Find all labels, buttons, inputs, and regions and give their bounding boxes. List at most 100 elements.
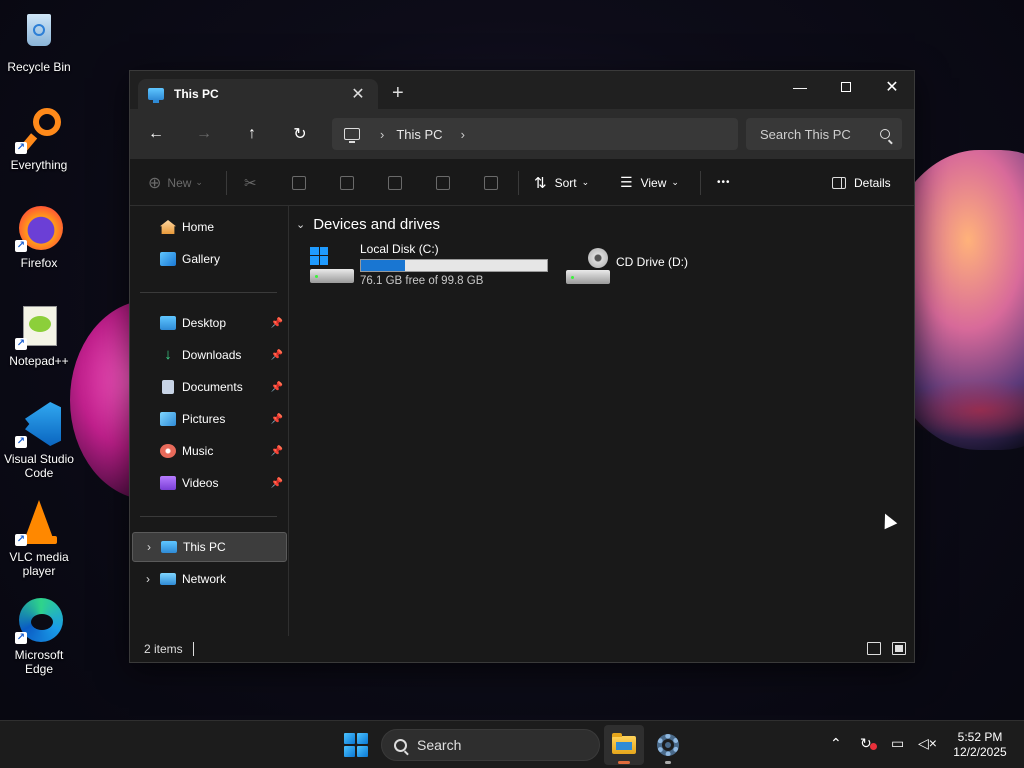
maximize-button[interactable] [823, 71, 869, 103]
chevron-right-icon[interactable]: › [137, 540, 161, 554]
sidebar-item-videos[interactable]: Videos 📌 [132, 468, 287, 498]
title-bar[interactable]: This PC ✕ + — ✕ [130, 71, 914, 109]
up-button[interactable]: ↑ [240, 122, 264, 146]
drive-name: CD Drive (D:) [616, 255, 688, 269]
command-bar: ⊕ New ⌄ ✂ ⇅ Sort ⌄ ☰ View ⌄ ••• Details [130, 159, 914, 206]
taskbar-file-explorer[interactable] [604, 725, 644, 765]
show-hidden-icons-button[interactable]: ⌃ [830, 735, 842, 752]
pin-icon[interactable]: 📌 [271, 446, 283, 457]
pin-icon[interactable]: 📌 [271, 350, 283, 361]
sort-icon: ⇅ [534, 174, 547, 192]
firefox-icon: ↗ [15, 204, 63, 252]
forward-button[interactable]: → [192, 122, 216, 146]
sidebar-item-desktop[interactable]: Desktop 📌 [132, 308, 287, 338]
rename-button[interactable] [388, 159, 410, 206]
address-bar[interactable]: › This PC › [332, 118, 738, 150]
share-button[interactable] [436, 159, 458, 206]
view-button[interactable]: ☰ View ⌄ [620, 159, 679, 206]
more-options-button[interactable]: ••• [717, 159, 731, 206]
desktop-icon-firefox[interactable]: ↗ Firefox [2, 204, 76, 270]
paste-button[interactable] [340, 159, 362, 206]
new-tab-button[interactable]: + [392, 83, 404, 103]
toolbar-divider [518, 171, 519, 195]
copy-button[interactable] [292, 159, 314, 206]
details-pane-button[interactable]: Details [832, 159, 891, 206]
desktop-icon-notepad-plus-plus[interactable]: ↗ Notepad++ [2, 302, 76, 368]
drive-local-disk-c[interactable]: Local Disk (C:) 76.1 GB free of 99.8 GB [310, 242, 548, 287]
navigation-pane: Home Gallery Desktop 📌 ↓ Downloads 📌 Doc… [130, 206, 289, 638]
pin-icon[interactable]: 📌 [271, 318, 283, 329]
sidebar-item-downloads[interactable]: ↓ Downloads 📌 [132, 340, 287, 370]
clock[interactable]: 5:52 PM 12/2/2025 [940, 730, 1020, 760]
search-placeholder: Search This PC [760, 126, 851, 142]
sidebar-item-label: Downloads [182, 348, 242, 362]
sidebar-item-label: Pictures [182, 412, 226, 426]
sidebar-item-documents[interactable]: Documents 📌 [132, 372, 287, 402]
paste-icon [340, 175, 354, 190]
update-icon[interactable]: ↻ [860, 735, 877, 752]
delete-button[interactable] [484, 159, 506, 206]
sidebar-item-network[interactable]: › Network [132, 564, 287, 594]
taskbar-settings[interactable] [648, 725, 688, 765]
chevron-right-icon[interactable]: › [380, 127, 384, 142]
close-tab-icon[interactable]: ✕ [348, 84, 368, 104]
toolbar-divider [226, 171, 227, 195]
close-window-button[interactable]: ✕ [869, 71, 915, 103]
chevron-right-icon[interactable]: › [136, 572, 160, 586]
chevron-right-icon[interactable]: › [461, 127, 465, 142]
sort-button[interactable]: ⇅ Sort ⌄ [534, 159, 589, 206]
large-icons-view-toggle[interactable] [892, 642, 906, 655]
group-header-devices[interactable]: ⌄ Devices and drives [296, 216, 440, 233]
drive-name: Local Disk (C:) [360, 242, 439, 256]
sidebar-item-label: Documents [182, 380, 243, 394]
sidebar-item-gallery[interactable]: Gallery [132, 244, 287, 274]
pictures-icon [160, 412, 176, 426]
pin-icon[interactable]: 📌 [271, 478, 283, 489]
sidebar-item-music[interactable]: Music 📌 [132, 436, 287, 466]
chevron-down-icon[interactable]: ⌄ [296, 218, 305, 231]
cut-button[interactable]: ✂ [244, 159, 257, 206]
details-label: Details [854, 175, 891, 190]
sidebar-item-this-pc[interactable]: › This PC [132, 532, 287, 562]
search-input[interactable]: Search This PC [746, 118, 902, 150]
downloads-icon: ↓ [164, 346, 172, 363]
sidebar-item-label: Desktop [182, 316, 227, 330]
trash-icon [484, 175, 498, 190]
breadcrumb-this-pc[interactable]: This PC [396, 127, 442, 142]
desktop-icon-vscode[interactable]: ↗ Visual Studio Code [2, 400, 76, 480]
minimize-button[interactable]: — [777, 71, 823, 103]
refresh-button[interactable]: ↻ [288, 122, 312, 146]
sidebar-item-label: Network [182, 572, 227, 586]
pin-icon[interactable]: 📌 [271, 382, 283, 393]
sidebar-item-pictures[interactable]: Pictures 📌 [132, 404, 287, 434]
desktop-icon-label: Firefox [20, 256, 58, 270]
taskbar-search-label: Search [417, 737, 462, 753]
gear-icon [657, 734, 679, 756]
drive-cd-d[interactable]: CD Drive (D:) [566, 242, 688, 284]
desktop-icon-vlc[interactable]: ↗ VLC media player [2, 498, 76, 578]
new-button[interactable]: ⊕ New ⌄ [148, 159, 203, 206]
details-view-toggle[interactable] [867, 642, 881, 655]
taskbar-search[interactable]: Search [381, 729, 600, 761]
rename-icon [388, 175, 402, 190]
pin-icon[interactable]: 📌 [271, 414, 283, 425]
sidebar-item-home[interactable]: Home [132, 212, 287, 242]
tab-this-pc[interactable]: This PC ✕ [138, 79, 378, 109]
back-button[interactable]: ← [144, 122, 168, 146]
active-indicator [618, 761, 630, 764]
running-indicator [665, 761, 671, 764]
gallery-icon [160, 252, 176, 266]
desktop-folder-icon [160, 316, 176, 330]
desktop-icon-everything[interactable]: ↗ Everything [2, 106, 76, 172]
desktop-icon-edge[interactable]: ↗ Microsoft Edge [2, 596, 76, 676]
sidebar-item-label: Music [182, 444, 214, 458]
scissors-icon: ✂ [244, 174, 257, 192]
network-status-icon[interactable]: ▭ [891, 735, 904, 752]
sort-label: Sort [554, 175, 577, 190]
sidebar-item-label: This PC [183, 540, 226, 554]
start-button[interactable] [344, 733, 368, 757]
desktop-icon-recycle-bin[interactable]: Recycle Bin [2, 8, 76, 74]
volume-muted-icon[interactable]: ◁× [918, 735, 937, 752]
file-list-pane: ⌄ Devices and drives Local Disk (C:) 76.… [290, 206, 914, 638]
new-label: New [167, 175, 192, 190]
